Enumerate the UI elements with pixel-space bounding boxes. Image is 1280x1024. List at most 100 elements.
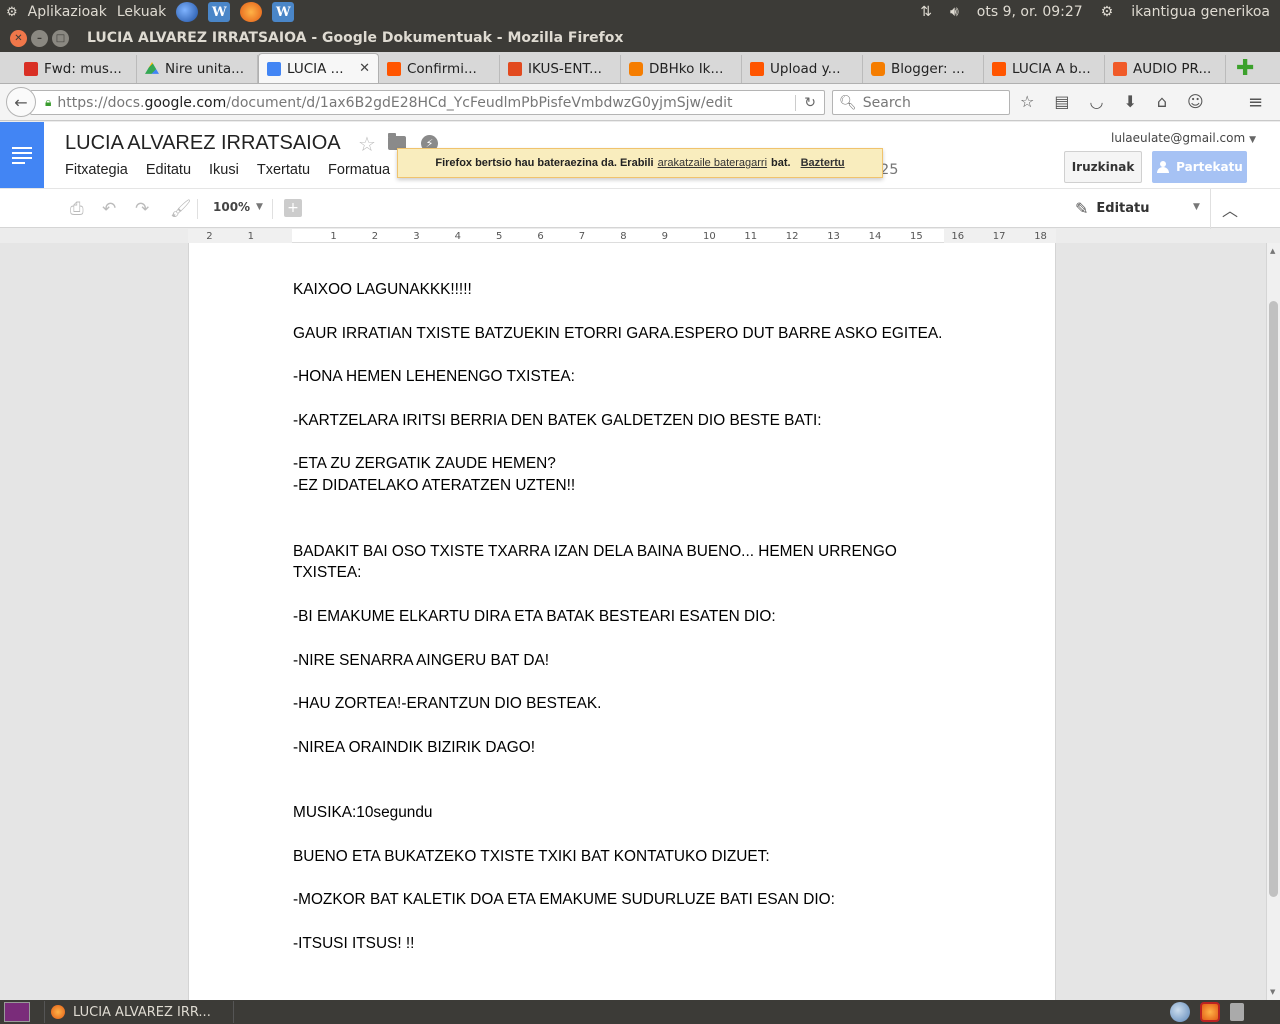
add-comment-icon[interactable]: + bbox=[284, 199, 302, 217]
menu-edit[interactable]: Editatu bbox=[146, 162, 191, 178]
taskbar-firefox-window[interactable]: LUCIA ALVAREZ IRR... bbox=[44, 1001, 234, 1023]
document-paragraph[interactable] bbox=[293, 301, 943, 323]
star-icon[interactable]: ☆ bbox=[358, 132, 376, 156]
places-menu[interactable]: Lekuak bbox=[117, 4, 166, 20]
editing-mode-select[interactable]: ✎ Editatu bbox=[1075, 199, 1150, 218]
document-body[interactable]: KAIXOO LAGUNAKKK!!!!! GAUR IRRATIAN TXIST… bbox=[293, 279, 943, 955]
scroll-up-icon[interactable]: ▲ bbox=[1270, 247, 1275, 255]
chevron-down-icon[interactable]: ▼ bbox=[256, 202, 263, 212]
document-paragraph[interactable]: -NIREA ORAINDIK BIZIRIK DAGO! bbox=[293, 737, 943, 759]
clock[interactable]: ots 9, or. 09:27 bbox=[977, 4, 1083, 20]
window-close-button[interactable]: ✕ bbox=[10, 29, 27, 47]
document-paragraph[interactable] bbox=[293, 519, 943, 541]
hamburger-menu-icon[interactable]: ≡ bbox=[1248, 92, 1263, 113]
tab-upload[interactable]: Upload y... bbox=[742, 55, 863, 83]
vertical-scrollbar[interactable]: ▲ ▼ bbox=[1266, 243, 1280, 1000]
chat-icon[interactable]: ☺ bbox=[1187, 92, 1204, 111]
window-minimize-button[interactable]: – bbox=[31, 29, 48, 47]
document-title[interactable]: LUCIA ALVAREZ IRRATSAIOA bbox=[65, 132, 341, 155]
tab-dbhko[interactable]: DBHko Ik... bbox=[621, 55, 742, 83]
document-paragraph[interactable]: -HAU ZORTEA!-ERANTZUN DIO BESTEAK. bbox=[293, 693, 943, 715]
ubuntu-logo-icon[interactable]: ⚙ bbox=[6, 5, 18, 20]
scroll-down-icon[interactable]: ▼ bbox=[1270, 988, 1275, 996]
trash-icon[interactable] bbox=[1230, 1003, 1244, 1021]
scrollbar-thumb[interactable] bbox=[1269, 301, 1278, 897]
menu-format[interactable]: Formatua bbox=[328, 162, 390, 178]
writer-icon[interactable]: W bbox=[208, 2, 231, 22]
user-menu[interactable]: ikantigua generikoa bbox=[1131, 4, 1270, 20]
document-paragraph[interactable] bbox=[293, 780, 943, 802]
back-arrow-icon[interactable]: ← bbox=[6, 87, 36, 117]
document-paragraph[interactable]: -KARTZELARA IRITSI BERRIA DEN BATEK GALD… bbox=[293, 410, 943, 432]
document-paragraph[interactable] bbox=[293, 628, 943, 650]
tab-drive[interactable]: Nire unita... bbox=[137, 55, 258, 83]
paint-format-icon[interactable]: 🖌︎ bbox=[170, 199, 192, 219]
redo-icon[interactable]: ↷ bbox=[135, 199, 149, 219]
compatible-browser-link[interactable]: arakatzaile bateragarri bbox=[658, 157, 767, 169]
new-tab-plus-icon[interactable]: ✚ bbox=[1236, 56, 1254, 83]
chevron-up-icon[interactable]: ︿ bbox=[1222, 197, 1238, 221]
document-paragraph[interactable]: BADAKIT BAI OSO TXISTE TXARRA IZAN DELA … bbox=[293, 541, 943, 585]
applications-menu[interactable]: Aplikazioak bbox=[28, 4, 107, 20]
ruler[interactable]: 2 1 1 2 3 4 5 6 7 8 9 10 11 12 13 14 15 16 17 18 bbox=[188, 229, 1056, 243]
tab-soundcloud-confirm[interactable]: Confirmi... bbox=[379, 55, 500, 83]
home-icon[interactable]: ⌂ bbox=[1157, 92, 1167, 111]
document-paragraph[interactable] bbox=[293, 715, 943, 737]
firefox-icon[interactable] bbox=[1200, 1002, 1220, 1022]
tab-lucia-soundcloud[interactable]: LUCIA A b... bbox=[984, 55, 1105, 83]
menu-view[interactable]: Ikusi bbox=[209, 162, 239, 178]
tab-blogger[interactable]: Blogger: ... bbox=[863, 55, 984, 83]
document-paragraph[interactable] bbox=[293, 584, 943, 606]
docs-home-logo-icon[interactable] bbox=[0, 122, 44, 188]
document-paragraph[interactable]: -ETA ZU ZERGATIK ZAUDE HEMEN? bbox=[293, 453, 943, 475]
document-paragraph[interactable]: BUENO ETA BUKATZEKO TXISTE TXIKI BAT KON… bbox=[293, 846, 943, 868]
tab-close-icon[interactable]: ✕ bbox=[359, 61, 370, 76]
account-menu[interactable]: lulaeulate@gmail.com ▼ bbox=[1111, 131, 1256, 145]
show-desktop-button[interactable] bbox=[4, 1002, 30, 1022]
document-paragraph[interactable] bbox=[293, 432, 943, 454]
document-paragraph[interactable]: MUSIKA:10segundu bbox=[293, 802, 943, 824]
document-paragraph[interactable] bbox=[293, 759, 943, 781]
search-input[interactable]: 🔍︎ Search bbox=[832, 90, 1010, 115]
share-button[interactable]: Partekatu bbox=[1152, 151, 1247, 183]
document-paragraph[interactable] bbox=[293, 344, 943, 366]
menu-insert[interactable]: Txertatu bbox=[257, 162, 310, 178]
document-page[interactable]: KAIXOO LAGUNAKKK!!!!! GAUR IRRATIAN TXIST… bbox=[189, 243, 1055, 1000]
menu-file[interactable]: Fitxategia bbox=[65, 162, 128, 178]
network-icon[interactable]: ⇅ bbox=[920, 4, 932, 20]
reading-list-icon[interactable]: ▤ bbox=[1054, 92, 1069, 111]
tab-gmail[interactable]: Fwd: mus... bbox=[16, 55, 137, 83]
document-paragraph[interactable]: GAUR IRRATIAN TXISTE BATZUEKIN ETORRI GA… bbox=[293, 323, 943, 345]
google-earth-icon[interactable] bbox=[176, 2, 199, 22]
document-paragraph[interactable]: KAIXOO LAGUNAKKK!!!!! bbox=[293, 279, 943, 301]
bookmark-star-icon[interactable]: ☆ bbox=[1020, 92, 1034, 111]
firefox-icon[interactable] bbox=[240, 2, 263, 22]
document-paragraph[interactable] bbox=[293, 497, 943, 519]
document-paragraph[interactable]: -HONA HEMEN LEHENENGO TXISTEA: bbox=[293, 366, 943, 388]
writer-icon[interactable]: W bbox=[272, 2, 295, 22]
document-paragraph[interactable]: -EZ DIDATELAKO ATERATZEN UZTEN!! bbox=[293, 475, 943, 497]
document-paragraph[interactable] bbox=[293, 868, 943, 890]
tab-audio[interactable]: AUDIO PR... bbox=[1105, 55, 1226, 83]
settings-gear-icon[interactable]: ⚙ bbox=[1101, 4, 1114, 20]
reload-icon[interactable]: ↻ bbox=[795, 94, 824, 111]
document-paragraph[interactable]: -NIRE SENARRA AINGERU BAT DA! bbox=[293, 650, 943, 672]
document-paragraph[interactable] bbox=[293, 388, 943, 410]
comments-button[interactable]: Iruzkinak bbox=[1064, 151, 1142, 183]
window-maximize-button[interactable]: □ bbox=[52, 29, 69, 47]
print-icon[interactable]: ⎙ bbox=[70, 199, 84, 219]
document-paragraph[interactable]: -ITSUSI ITSUS! !! bbox=[293, 933, 943, 955]
url-bar[interactable]: 🔒︎ https://docs. google.com/document/d/1a… bbox=[30, 90, 825, 115]
dismiss-link[interactable]: Baztertu bbox=[801, 157, 845, 169]
tab-docs-active[interactable]: LUCIA ... ✕ bbox=[258, 53, 379, 83]
undo-icon[interactable]: ↶ bbox=[102, 199, 116, 219]
zoom-select[interactable]: 100% bbox=[213, 200, 250, 214]
volume-icon[interactable]: 🔊︎ bbox=[950, 4, 959, 20]
download-icon[interactable]: ⬇ bbox=[1123, 92, 1136, 111]
pocket-icon[interactable]: ◡ bbox=[1089, 92, 1103, 111]
document-paragraph[interactable]: -MOZKOR BAT KALETIK DOA ETA EMAKUME SUDU… bbox=[293, 889, 943, 911]
document-paragraph[interactable] bbox=[293, 671, 943, 693]
tab-ikus-ent[interactable]: IKUS-ENT... bbox=[500, 55, 621, 83]
document-paragraph[interactable]: -BI EMAKUME ELKARTU DIRA ETA BATAK BESTE… bbox=[293, 606, 943, 628]
chevron-down-icon[interactable]: ▼ bbox=[1193, 202, 1200, 212]
